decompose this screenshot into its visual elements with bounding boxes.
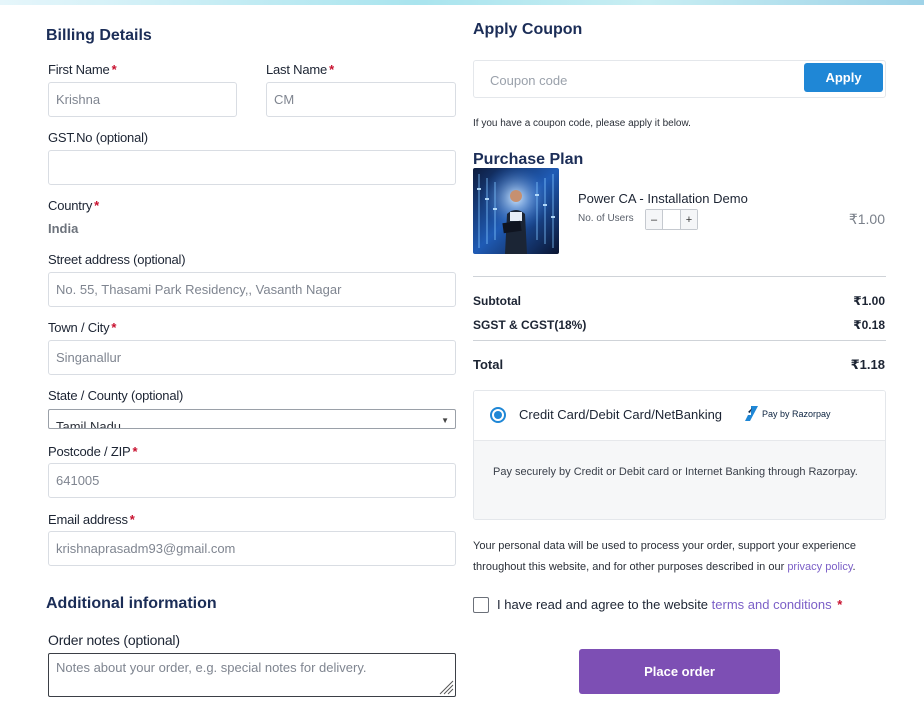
required-mark: *	[132, 444, 138, 459]
privacy-notice: Your personal data will be used to proce…	[473, 540, 856, 573]
gst-label: GST.No (optional)	[48, 130, 148, 145]
street-field[interactable]: No. 55, Thasami Park Residency,, Vasanth…	[48, 272, 456, 307]
coupon-hint: If you have a coupon code, please apply …	[473, 118, 691, 129]
country-value: India	[48, 221, 79, 236]
postcode-field[interactable]: 641005	[48, 463, 456, 498]
resize-grip-icon[interactable]	[436, 677, 454, 695]
additional-info-title: Additional information	[46, 595, 217, 612]
payment-description-panel: Pay securely by Credit or Debit card or …	[474, 441, 885, 519]
payment-option[interactable]: Credit Card/Debit Card/NetBanking Pay by…	[474, 391, 885, 441]
tax-label: SGST & CGST(18%)	[473, 318, 587, 332]
first-name-label: First Name *	[48, 62, 117, 77]
subtotal-value: ₹1.00	[853, 294, 885, 308]
town-field[interactable]: Singanallur	[48, 340, 456, 375]
terms-link[interactable]: terms and conditions	[712, 597, 832, 612]
email-field[interactable]: krishnaprasadm93@gmail.com	[48, 531, 456, 566]
total-label: Total	[473, 357, 504, 372]
required-mark: *	[837, 597, 843, 612]
terms-agreement: I have read and agree to the website ter…	[497, 597, 843, 612]
quantity-input[interactable]	[662, 210, 681, 229]
required-mark: *	[111, 320, 117, 335]
privacy-policy-link[interactable]: privacy policy	[787, 561, 852, 573]
required-mark: *	[129, 512, 135, 527]
email-label: Email address *	[48, 512, 135, 527]
apply-coupon-button[interactable]: Apply	[804, 63, 883, 92]
divider	[473, 276, 886, 277]
quantity-stepper[interactable]: – +	[645, 209, 698, 230]
required-mark: *	[329, 62, 334, 77]
payment-method-label: Credit Card/Debit Card/NetBanking	[519, 407, 723, 422]
razorpay-logo: Pay by Razorpay	[745, 406, 831, 421]
payment-description: Pay securely by Credit or Debit card or …	[493, 466, 858, 478]
state-label: State / County (optional)	[48, 388, 184, 403]
users-label: No. of Users	[578, 213, 634, 224]
country-label: Country *	[48, 198, 99, 213]
apply-coupon-title: Apply Coupon	[473, 21, 583, 38]
tax-value: ₹0.18	[853, 318, 885, 332]
product-thumbnail	[473, 168, 559, 254]
required-mark: *	[111, 62, 117, 77]
postcode-label: Postcode / ZIP *	[48, 444, 138, 459]
chevron-down-icon: ▼	[441, 416, 449, 425]
street-label: Street address (optional)	[48, 252, 186, 267]
billing-form: Billing Details First Name * Krishna Last…	[0, 0, 470, 709]
divider	[473, 340, 886, 341]
billing-details-title: Billing Details	[46, 27, 152, 44]
order-notes-textarea[interactable]: Notes about your order, e.g. special not…	[48, 653, 456, 697]
total-value: ₹1.18	[850, 357, 885, 372]
payment-radio[interactable]	[490, 407, 506, 423]
order-notes-label: Order notes (optional)	[48, 632, 180, 648]
place-order-button[interactable]: Place order	[579, 649, 780, 694]
required-mark: *	[94, 198, 99, 213]
gst-field[interactable]	[48, 150, 456, 185]
product-name: Power CA - Installation Demo	[578, 191, 748, 206]
increment-button[interactable]: +	[681, 210, 697, 229]
subtotal-label: Subtotal	[473, 294, 521, 308]
first-name-field[interactable]: Krishna	[48, 82, 237, 117]
product-price: ₹1.00	[848, 211, 885, 227]
terms-checkbox[interactable]	[473, 597, 489, 613]
town-label: Town / City *	[48, 320, 117, 335]
purchase-plan-title: Purchase Plan	[473, 151, 584, 168]
state-select[interactable]: Tamil Nadu ▼	[48, 409, 456, 429]
last-name-label: Last Name *	[266, 62, 334, 77]
payment-method-box: Credit Card/Debit Card/NetBanking Pay by…	[473, 390, 886, 520]
razorpay-icon	[745, 406, 758, 421]
decrement-button[interactable]: –	[646, 210, 662, 229]
last-name-field[interactable]: CM	[266, 82, 456, 117]
